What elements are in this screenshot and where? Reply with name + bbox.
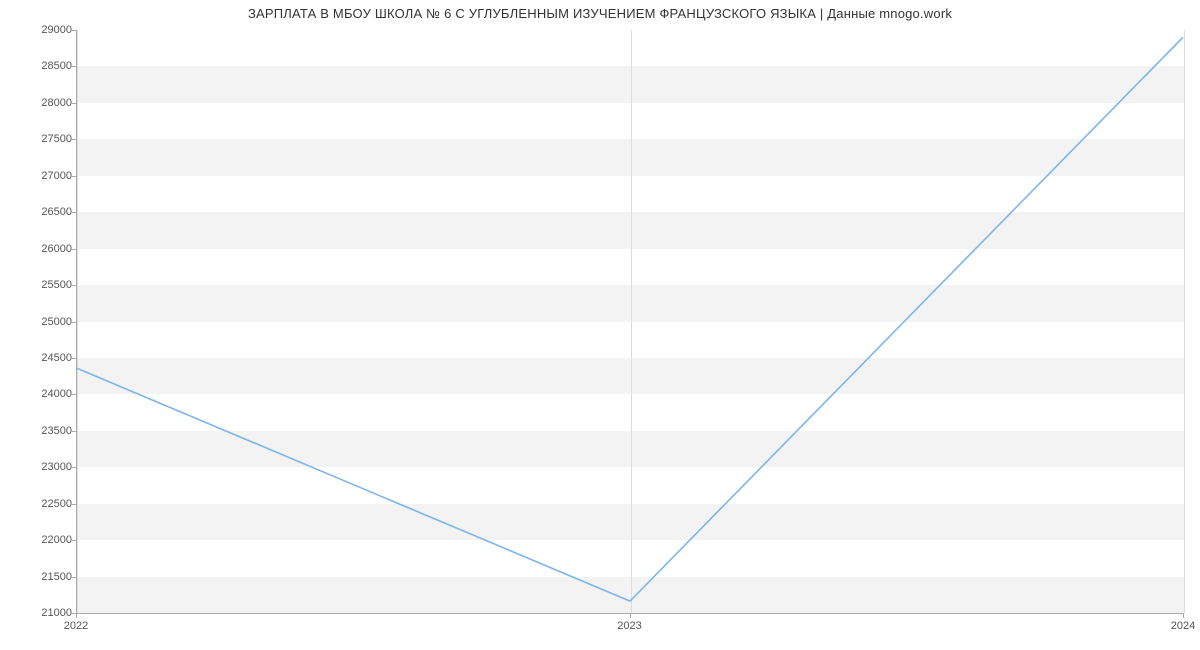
- y-tick-mark: [72, 467, 76, 468]
- y-tick-label: 29000: [38, 24, 72, 36]
- plot-area: [76, 30, 1184, 614]
- y-tick-mark: [72, 212, 76, 213]
- y-tick-label: 26500: [38, 206, 72, 218]
- y-tick-mark: [72, 30, 76, 31]
- y-tick-label: 28000: [38, 97, 72, 109]
- line-path: [77, 37, 1183, 601]
- y-tick-label: 24500: [38, 352, 72, 364]
- y-tick-label: 27000: [38, 170, 72, 182]
- x-tick-mark: [630, 614, 631, 618]
- y-tick-mark: [72, 394, 76, 395]
- x-tick-label: 2023: [617, 620, 641, 632]
- y-tick-label: 26000: [38, 243, 72, 255]
- y-tick-mark: [72, 577, 76, 578]
- y-tick-mark: [72, 249, 76, 250]
- x-tick-mark: [1183, 614, 1184, 618]
- y-tick-mark: [72, 504, 76, 505]
- y-tick-mark: [72, 540, 76, 541]
- y-tick-mark: [72, 176, 76, 177]
- y-tick-label: 23000: [38, 461, 72, 473]
- y-tick-label: 21500: [38, 571, 72, 583]
- y-tick-label: 27500: [38, 133, 72, 145]
- y-tick-label: 22000: [38, 534, 72, 546]
- y-tick-label: 28500: [38, 60, 72, 72]
- chart-container: ЗАРПЛАТА В МБОУ ШКОЛА № 6 С УГЛУБЛЕННЫМ …: [0, 0, 1200, 650]
- y-tick-mark: [72, 103, 76, 104]
- grid-vertical: [1184, 30, 1185, 613]
- y-tick-mark: [72, 285, 76, 286]
- x-tick-label: 2024: [1171, 620, 1195, 632]
- x-tick-label: 2022: [64, 620, 88, 632]
- y-tick-label: 25000: [38, 316, 72, 328]
- y-tick-mark: [72, 358, 76, 359]
- y-tick-mark: [72, 139, 76, 140]
- y-tick-label: 23500: [38, 425, 72, 437]
- line-series: [77, 30, 1184, 613]
- y-tick-label: 21000: [38, 607, 72, 619]
- y-tick-label: 25500: [38, 279, 72, 291]
- x-tick-mark: [76, 614, 77, 618]
- chart-title: ЗАРПЛАТА В МБОУ ШКОЛА № 6 С УГЛУБЛЕННЫМ …: [0, 6, 1200, 21]
- y-tick-label: 22500: [38, 498, 72, 510]
- y-tick-mark: [72, 431, 76, 432]
- y-tick-label: 24000: [38, 388, 72, 400]
- y-tick-mark: [72, 66, 76, 67]
- y-tick-mark: [72, 322, 76, 323]
